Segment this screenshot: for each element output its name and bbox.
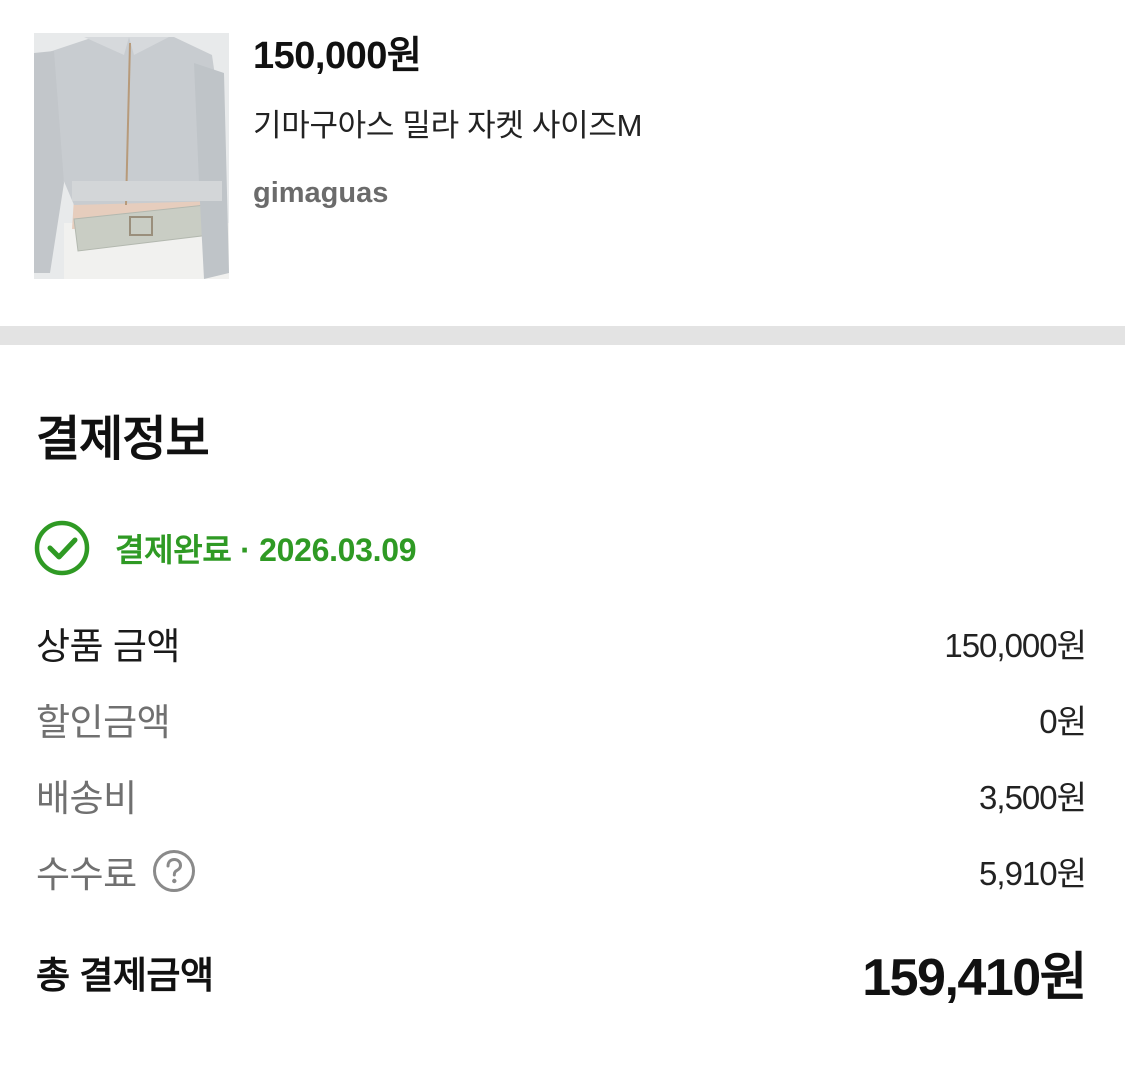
total-value: 159,410원 [862, 948, 1087, 1007]
row-value: 150,000원 [944, 627, 1087, 664]
product-card[interactable]: 150,000원 기마구아스 밀라 자켓 사이즈M gimaguas [0, 0, 1125, 326]
total-label: 총 결제금액 [36, 955, 214, 996]
row-product-amount: 상품 금액 150,000원 [36, 618, 1087, 668]
jacket-photo [34, 33, 229, 279]
payment-status: 결제완료 · 2026.03.09 [34, 519, 417, 577]
question-circle-icon[interactable] [152, 849, 196, 893]
product-brand[interactable]: gimaguas [253, 175, 388, 211]
row-value: 0원 [1039, 703, 1087, 740]
product-image[interactable] [34, 33, 229, 279]
total-payment-row: 총 결제금액 159,410원 [36, 940, 1087, 1007]
row-label-wrap: 수수료 [36, 844, 196, 898]
row-value: 3,500원 [979, 779, 1087, 816]
row-label: 상품 금액 [36, 626, 180, 667]
section-divider [0, 326, 1125, 345]
row-label: 수수료 [36, 854, 137, 895]
row-label: 배송비 [36, 778, 137, 819]
row-shipping-fee: 배송비 3,500원 [36, 770, 1087, 820]
payment-status-text: 결제완료 · 2026.03.09 [115, 532, 417, 568]
row-label: 할인금액 [36, 702, 171, 743]
product-price: 150,000원 [253, 35, 422, 77]
check-circle-icon [34, 520, 90, 576]
row-discount-amount: 할인금액 0원 [36, 694, 1087, 744]
payment-section-title: 결제정보 [36, 413, 210, 466]
product-title: 기마구아스 밀라 자켓 사이즈M [253, 108, 643, 143]
row-service-fee: 수수료 5,910원 [36, 844, 1087, 898]
row-value: 5,910원 [979, 855, 1087, 892]
